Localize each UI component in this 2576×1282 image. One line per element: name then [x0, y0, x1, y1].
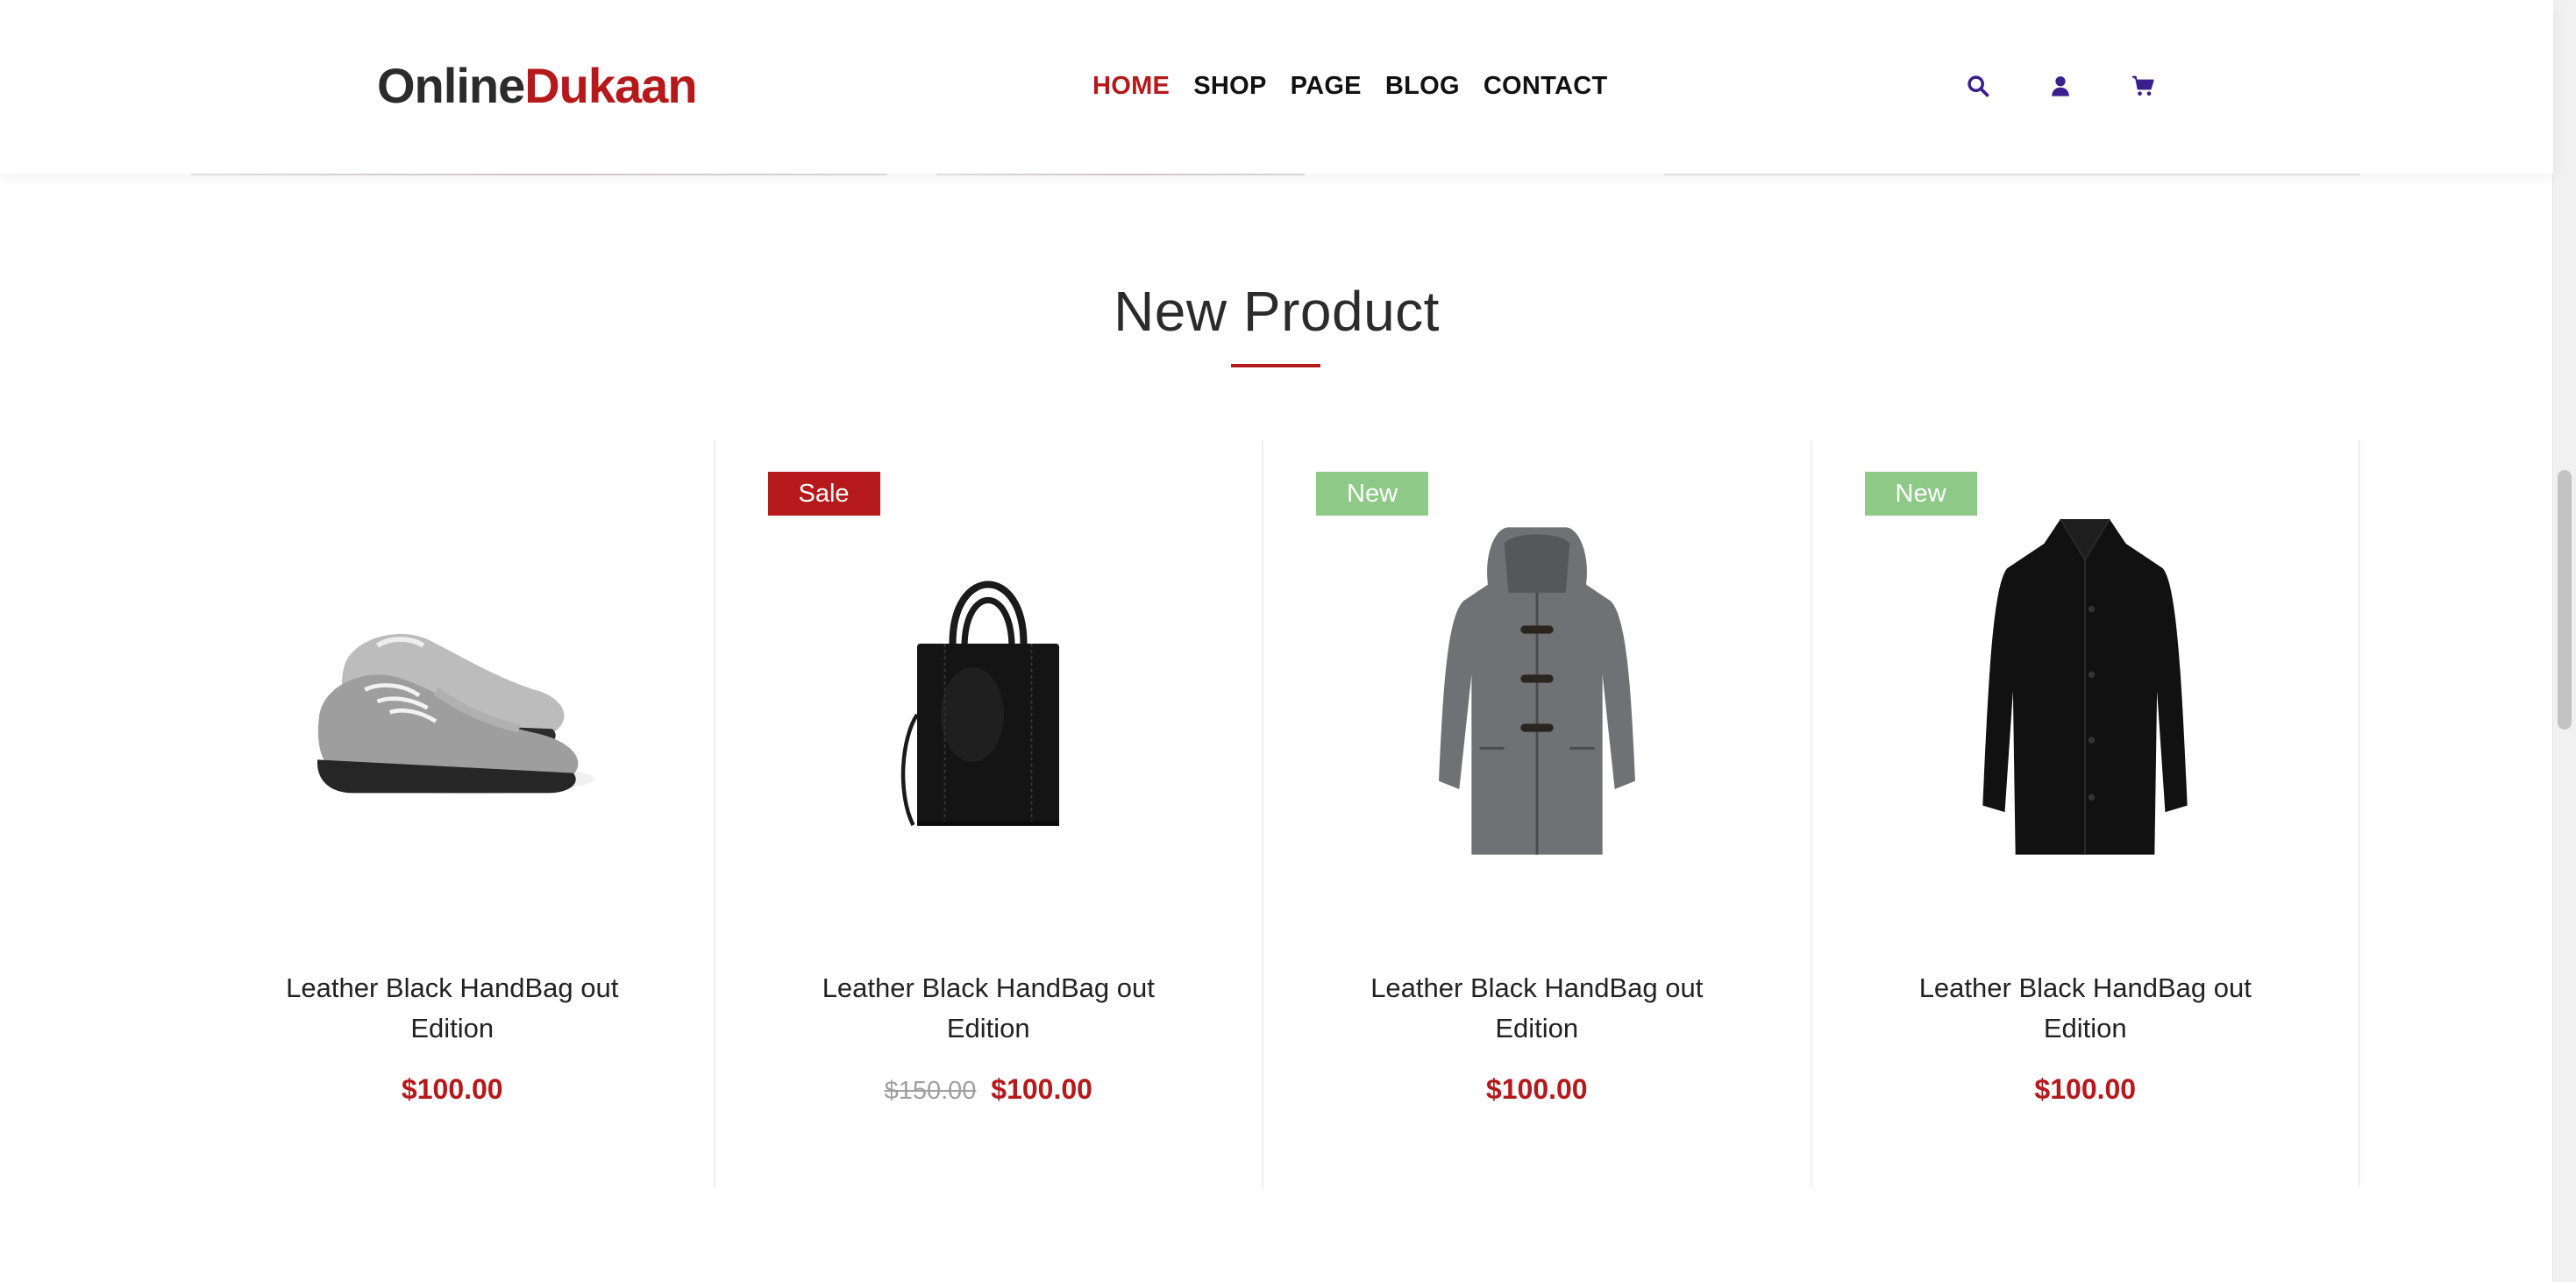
product-name-line2: Edition [1495, 1013, 1579, 1043]
overcoat-image [1982, 518, 2188, 855]
current-price: $100.00 [401, 1073, 503, 1105]
product-name[interactable]: Leather Black HandBag out Edition [1316, 968, 1758, 1049]
current-price: $100.00 [2034, 1073, 2137, 1105]
product-card[interactable]: Leather Black HandBag out Edition $100.0… [191, 440, 715, 1187]
product-price: $100.00 [1263, 1073, 1811, 1106]
page-scrollbar[interactable] [2552, 0, 2576, 1282]
product-price: $100.00 [1812, 1073, 2359, 1106]
product-name-line2: Edition [410, 1013, 495, 1043]
product-image[interactable] [715, 516, 1263, 866]
cart-icon[interactable] [2125, 68, 2160, 103]
product-price: $100.00 [191, 1073, 714, 1106]
user-icon[interactable] [2043, 68, 2078, 103]
nav-blog[interactable]: BLOG [1385, 67, 1460, 105]
site-header: OnlineDukaan HOME SHOP PAGE BLOG CONTACT [0, 0, 2553, 174]
product-image[interactable] [191, 516, 714, 866]
product-card[interactable]: New Leather Black HandBag out Edition $1… [1812, 440, 2361, 1187]
product-name-line2: Edition [2043, 1013, 2127, 1043]
sneakers-image [317, 633, 594, 794]
main-nav: HOME SHOP PAGE BLOG CONTACT [1092, 67, 1632, 105]
product-name[interactable]: Leather Black HandBag out Edition [244, 968, 661, 1049]
nav-page[interactable]: PAGE [1291, 67, 1362, 105]
section-title: New Product [1114, 280, 1440, 343]
current-price: $100.00 [991, 1073, 1092, 1105]
logo-text-dukaan: Dukaan [524, 58, 697, 113]
product-name-line1: Leather Black HandBag out [286, 972, 619, 1003]
product-image[interactable] [1812, 516, 2359, 866]
header-actions [1960, 68, 2208, 103]
tote-bag-image [901, 580, 1060, 827]
product-card[interactable]: Sale Leather Black HandBag out Edition $… [715, 440, 1264, 1187]
product-grid: Leather Black HandBag out Edition $100.0… [191, 440, 2361, 1187]
sale-badge: Sale [767, 472, 880, 516]
current-price: $100.00 [1485, 1073, 1588, 1105]
scrollbar-thumb[interactable] [2558, 470, 2572, 730]
new-badge: New [1864, 472, 1977, 516]
product-name[interactable]: Leather Black HandBag out Edition [1865, 968, 2307, 1049]
new-badge: New [1316, 472, 1429, 516]
product-name[interactable]: Leather Black HandBag out Edition [768, 968, 1210, 1049]
brand-logo[interactable]: OnlineDukaan [377, 54, 698, 118]
duffle-coat-image [1438, 527, 1635, 855]
product-name-line1: Leather Black HandBag out [822, 972, 1155, 1003]
product-name-line1: Leather Black HandBag out [1370, 972, 1704, 1003]
product-name-line2: Edition [946, 1013, 1030, 1043]
nav-contact[interactable]: CONTACT [1484, 67, 1608, 105]
product-card[interactable]: New Leather Black HandBag out Edition $1… [1263, 440, 1812, 1187]
nav-home[interactable]: HOME [1092, 67, 1170, 105]
title-underline [1231, 364, 1320, 367]
nav-shop[interactable]: SHOP [1193, 67, 1266, 105]
product-name-line1: Leather Black HandBag out [1918, 972, 2252, 1003]
product-price: $150.00 $100.00 [715, 1073, 1263, 1106]
original-price: $150.00 [884, 1077, 977, 1105]
product-image[interactable] [1263, 516, 1811, 866]
search-icon[interactable] [1960, 68, 1996, 103]
logo-text-online: Online [377, 58, 525, 113]
